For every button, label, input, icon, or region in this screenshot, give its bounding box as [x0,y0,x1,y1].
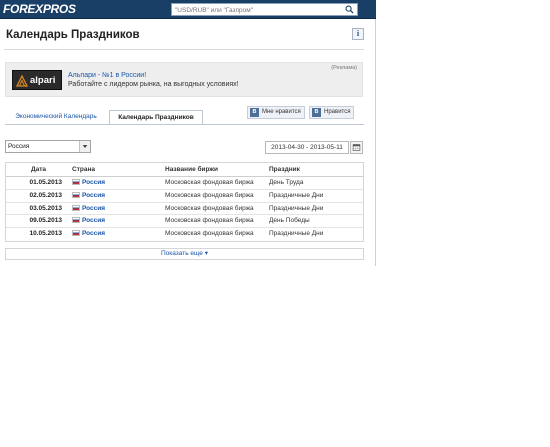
row-country: Россия [72,215,105,227]
russia-flag-icon [72,217,80,224]
tab-holiday-calendar[interactable]: Календарь Праздников [109,110,203,125]
row-date: 01.05.2013 [29,179,62,186]
info-icon[interactable]: i [352,28,364,40]
chevron-down-icon[interactable] [79,141,90,152]
vk-like-label: Мне нравится [262,109,301,115]
content-right-border [375,19,376,266]
country-link[interactable]: Россия [82,179,105,186]
alpari-logo[interactable]: alpari [12,70,62,90]
like-button[interactable]: В Нравится [309,106,355,119]
row-country: Россия [72,203,105,215]
table-row: 03.05.2013 Россия Московская фондовая би… [6,203,363,216]
table-header-row: Дата Страна Название биржи Праздник [6,163,363,177]
column-header-holiday[interactable]: Праздник [269,163,300,176]
search-icon[interactable] [345,5,354,14]
holiday-table: Дата Страна Название биржи Праздник 01.0… [5,162,364,242]
alpari-logo-text: alpari [30,75,56,86]
country-link[interactable]: Россия [82,205,105,212]
row-exchange: Московская фондовая биржа [165,230,254,238]
table-row: 09.05.2013 Россия Московская фондовая би… [6,215,363,229]
show-more-button[interactable]: Показать еще ▾ [5,248,364,260]
row-exchange: Московская фондовая биржа [165,179,254,186]
row-country: Россия [72,190,105,202]
country-select[interactable]: Россия [5,140,91,153]
row-date: 10.05.2013 [29,230,62,238]
row-holiday: День Труда [269,179,304,186]
like-label: Нравится [324,109,351,115]
top-header-bar: FOREXPROS [0,0,376,19]
page-title: Календарь Праздников [6,29,140,41]
ad-text: Работайте с лидером рынка, на выгодных у… [68,81,239,88]
russia-flag-icon [72,230,80,237]
row-exchange: Московская фондовая биржа [165,204,254,212]
vk-like-button[interactable]: В Мне нравится [247,106,305,119]
row-country: Россия [72,228,105,240]
tab-economic-calendar[interactable]: Экономический Календарь [6,110,106,125]
column-header-country[interactable]: Страна [72,163,95,176]
alpari-mark-icon [16,75,28,87]
russia-flag-icon [72,204,80,211]
row-exchange: Московская фондовая биржа [165,217,254,225]
table-row: 10.05.2013 Россия Московская фондовая би… [6,228,363,241]
table-row: 01.05.2013 Россия Московская фондовая би… [6,177,363,190]
country-link[interactable]: Россия [82,192,105,199]
date-range-input[interactable]: 2013-04-30 - 2013-05-11 [265,141,349,154]
ad-link[interactable]: Альпари - №1 в России! [68,72,146,79]
search-input[interactable] [175,5,340,15]
column-header-date[interactable]: Дата [6,163,46,176]
title-divider [4,49,364,50]
forexpros-logo[interactable]: FOREXPROS [3,2,76,16]
row-holiday: Праздничные Дни [269,230,324,238]
ad-banner[interactable]: (Реклама) alpari Альпари - №1 в России! … [5,62,363,97]
country-link[interactable]: Россия [82,217,105,224]
row-holiday: День Победы [269,217,310,225]
search-box[interactable] [171,3,358,16]
row-holiday: Праздничные Дни [269,204,324,212]
row-date: 02.05.2013 [29,191,62,199]
calendar-icon[interactable] [350,141,363,154]
country-link[interactable]: Россия [82,230,105,237]
row-country: Россия [72,177,105,189]
vk-icon: В [312,108,321,117]
vk-icon: В [250,108,259,117]
russia-flag-icon [72,191,80,198]
russia-flag-icon [72,179,80,185]
country-select-value: Россия [8,143,30,150]
row-date: 09.05.2013 [29,217,62,225]
ad-tag: (Реклама) [331,65,357,71]
row-exchange: Московская фондовая биржа [165,191,254,199]
row-holiday: Праздничные Дни [269,191,324,199]
row-date: 03.05.2013 [29,204,62,212]
tabs-underline [5,124,364,125]
column-header-exchange[interactable]: Название биржи [165,163,218,176]
table-row: 02.05.2013 Россия Московская фондовая би… [6,190,363,203]
